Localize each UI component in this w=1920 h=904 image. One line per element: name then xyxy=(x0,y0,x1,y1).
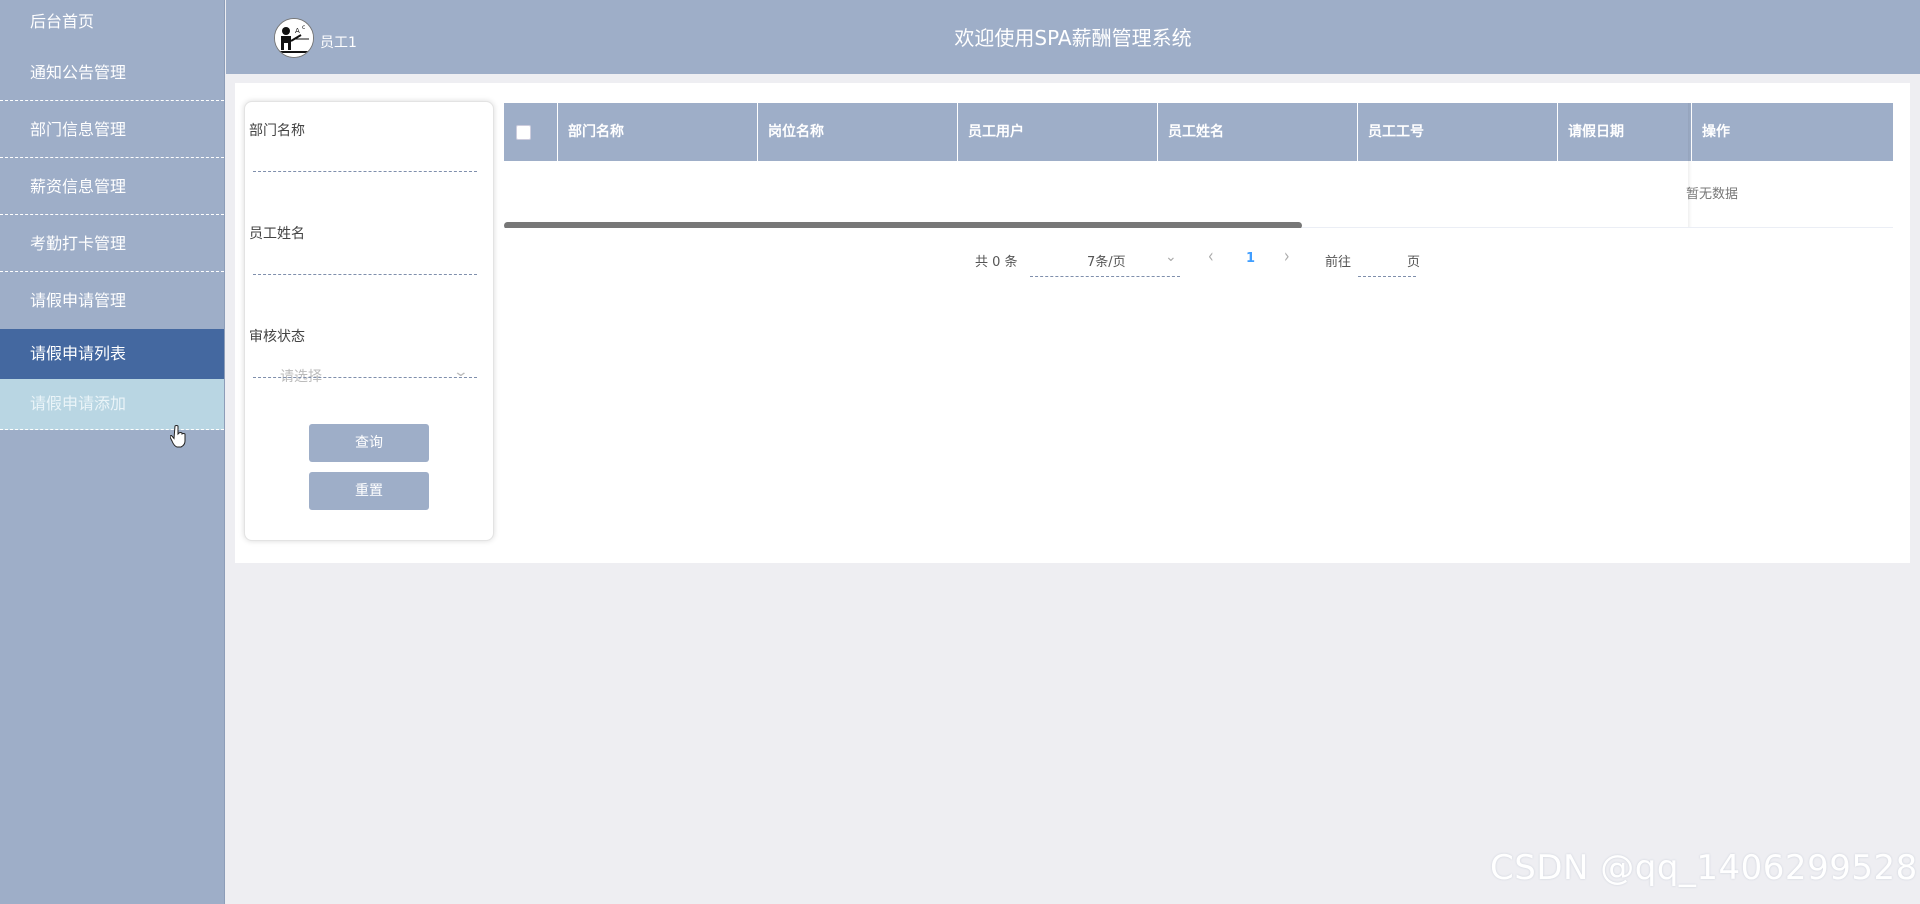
fixed-column-divider xyxy=(1688,103,1692,228)
select-all-cell xyxy=(504,103,558,161)
page-number-current[interactable]: 1 xyxy=(1246,251,1255,266)
page-size-chevron-icon: ⌄ xyxy=(1165,249,1177,265)
pagination-total: 共 0 条 xyxy=(975,255,1018,270)
sidebar-item-leave[interactable]: 请假申请管理 xyxy=(0,272,224,329)
employee-name-input[interactable] xyxy=(253,274,477,275)
sidebar-subitem-leave-list[interactable]: 请假申请列表 xyxy=(0,329,224,379)
reset-button[interactable]: 重置 xyxy=(309,472,429,510)
sidebar-item-home[interactable]: 后台首页 xyxy=(0,0,224,44)
leave-table: 部门名称 岗位名称 员工用户 员工姓名 员工工号 请假日期 操作 暂无数据 xyxy=(504,103,1893,228)
search-panel: 部门名称 员工姓名 审核状态 请选择 ⌄ 查询 重置 xyxy=(244,101,494,541)
column-header-dept[interactable]: 部门名称 xyxy=(558,103,758,161)
sidebar-item-notice[interactable]: 通知公告管理 xyxy=(0,44,224,101)
dept-name-input[interactable] xyxy=(253,171,477,172)
review-status-label: 审核状态 xyxy=(249,329,305,345)
sidebar-subitem-leave-add[interactable]: 请假申请添加 xyxy=(0,379,224,430)
top-header: A c 员工1 欢迎使用SPA薪酬管理系统 xyxy=(226,0,1920,74)
select-all-checkbox[interactable] xyxy=(516,125,531,140)
employee-name-label: 员工姓名 xyxy=(249,226,305,242)
query-button[interactable]: 查询 xyxy=(309,424,429,462)
sidebar-item-salary[interactable]: 薪资信息管理 xyxy=(0,158,224,215)
dept-name-label: 部门名称 xyxy=(249,123,305,139)
watermark: CSDN @qq_1406299528 xyxy=(1490,848,1918,888)
sidebar-item-attendance[interactable]: 考勤打卡管理 xyxy=(0,215,224,272)
column-header-user[interactable]: 员工用户 xyxy=(958,103,1158,161)
next-page-icon[interactable]: › xyxy=(1284,246,1290,268)
column-header-position[interactable]: 岗位名称 xyxy=(758,103,958,161)
page-size-select[interactable]: 7条/页 xyxy=(1087,251,1126,270)
sidebar: 后台首页 通知公告管理 部门信息管理 薪资信息管理 考勤打卡管理 请假申请管理 … xyxy=(0,0,225,904)
horizontal-scrollbar[interactable] xyxy=(504,222,1302,228)
goto-page-input[interactable] xyxy=(1358,276,1416,277)
page-title: 欢迎使用SPA薪酬管理系统 xyxy=(954,26,1192,50)
column-header-name[interactable]: 员工姓名 xyxy=(1158,103,1358,161)
table-empty-text: 暂无数据 xyxy=(1686,187,1739,202)
page-size-underline xyxy=(1030,276,1180,277)
hand-cursor-icon xyxy=(170,425,186,448)
prev-page-icon[interactable]: ‹ xyxy=(1208,246,1214,268)
main-content: 部门名称 员工姓名 审核状态 请选择 ⌄ 查询 重置 部门名称 岗位名称 员工用… xyxy=(235,83,1910,563)
column-header-employee-id[interactable]: 员工工号 xyxy=(1358,103,1558,161)
goto-label: 前往 xyxy=(1325,255,1352,270)
sidebar-item-dept[interactable]: 部门信息管理 xyxy=(0,101,224,158)
column-header-leave-date[interactable]: 请假日期 xyxy=(1558,103,1692,161)
column-header-actions: 操作 xyxy=(1702,124,1730,140)
table-header: 部门名称 岗位名称 员工用户 员工姓名 员工工号 请假日期 操作 xyxy=(504,103,1893,161)
goto-suffix: 页 xyxy=(1407,255,1421,270)
review-status-select[interactable]: 请选择 xyxy=(280,366,322,386)
review-status-underline xyxy=(253,377,477,378)
